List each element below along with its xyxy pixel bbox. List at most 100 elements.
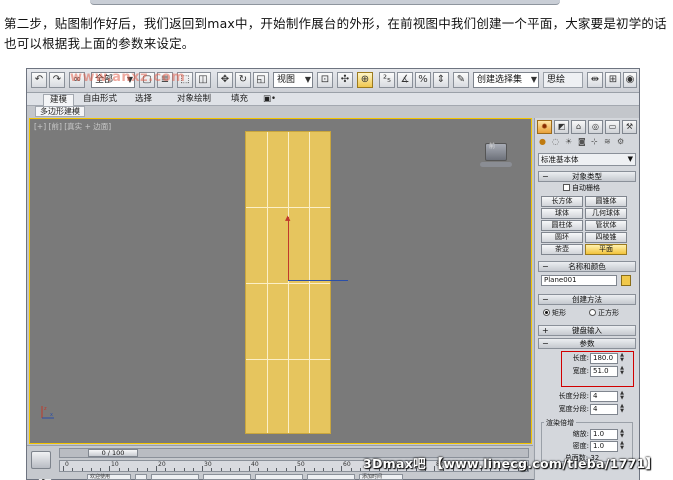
ref-coord-value: 视图 xyxy=(277,75,296,85)
intro-paragraph: 第二步，贴图制作好后，我们返回到max中，开始制作展台的外形，在前视图中我们创建… xyxy=(4,16,667,51)
viewcube-ring[interactable] xyxy=(480,162,512,167)
status-field-5[interactable] xyxy=(255,474,303,480)
tab-modeling[interactable]: 建模 xyxy=(43,94,75,106)
time-slider-knob[interactable]: 0 / 100 xyxy=(88,449,138,457)
tab-populate[interactable]: 填充 xyxy=(231,94,248,105)
plane-object[interactable] xyxy=(245,131,331,434)
box-button[interactable]: 长方体 xyxy=(541,196,583,207)
scale-icon[interactable]: ◱ xyxy=(253,72,269,88)
helpers-icon[interactable]: ⊹ xyxy=(591,137,598,146)
width-spinner-icon[interactable]: ▲ ▼ xyxy=(619,366,625,377)
modify-tab-icon[interactable]: ◩ xyxy=(554,120,569,134)
select-manipulate-icon[interactable]: ✣ xyxy=(337,72,353,88)
material-editor-icon[interactable]: ◉ xyxy=(623,72,637,88)
create-tab-icon[interactable]: ✹ xyxy=(537,120,552,134)
width-segs-input[interactable]: 4 xyxy=(590,404,618,415)
subtab-poly-modeling[interactable]: 多边形建模 xyxy=(35,106,85,117)
keyboard-shortcut-icon[interactable]: ⊕ xyxy=(357,72,373,88)
named-selection-set-dropdown[interactable]: 创建选择集 ▼ xyxy=(473,72,539,88)
rotate-icon[interactable]: ↻ xyxy=(235,72,251,88)
cone-button[interactable]: 圆锥体 xyxy=(585,196,627,207)
snap-2-5-icon[interactable]: ²₅ xyxy=(379,72,395,88)
tab-selection[interactable]: 选择 xyxy=(135,94,152,105)
angle-snap-icon[interactable]: ∡ xyxy=(397,72,413,88)
length-input[interactable]: 180.0 xyxy=(590,353,618,364)
mirror-icon[interactable]: ⇹ xyxy=(587,72,603,88)
redo-icon[interactable]: ↷ xyxy=(49,72,65,88)
length-segs-spinner-icon[interactable]: ▲ ▼ xyxy=(619,391,625,402)
world-axis-tripod-icon: z x xyxy=(41,406,54,419)
rollout-name-color[interactable]: − 名称和颜色 xyxy=(538,261,636,272)
transform-gizmo-x-axis[interactable] xyxy=(288,280,348,281)
motion-tab-icon[interactable]: ◎ xyxy=(588,120,603,134)
track-bar-tick xyxy=(193,468,194,471)
width-segs-spinner-icon[interactable]: ▲ ▼ xyxy=(619,404,625,415)
status-field-6[interactable] xyxy=(307,474,355,480)
status-field-4[interactable] xyxy=(203,474,251,480)
scale-input[interactable]: 1.0 xyxy=(590,429,618,440)
edit-named-sets-icon[interactable]: ✎ xyxy=(453,72,469,88)
status-field-2[interactable] xyxy=(135,474,147,480)
window-crossing-icon[interactable]: ◫ xyxy=(195,72,211,88)
tab-freeform[interactable]: 自由形式 xyxy=(83,94,117,105)
width-label: 宽度: xyxy=(572,367,589,375)
tube-button[interactable]: 管状体 xyxy=(585,220,627,231)
cylinder-button[interactable]: 圆柱体 xyxy=(541,220,583,231)
front-viewport[interactable]: [+] [前] [真实 + 边面] ▲ 前 z x ▶ xyxy=(29,118,532,480)
track-bar-tick xyxy=(360,468,361,471)
length-segs-input[interactable]: 4 xyxy=(590,391,618,402)
rollout-creation-method-title: 创建方法 xyxy=(572,295,602,304)
pyramid-button[interactable]: 四棱锥 xyxy=(585,232,627,243)
rollout-creation-method[interactable]: − 创建方法 xyxy=(538,294,636,305)
geosphere-button[interactable]: 几何球体 xyxy=(585,208,627,219)
rectangle-radio[interactable]: 矩形 xyxy=(543,309,566,318)
rollout-keyboard-entry[interactable]: + 键盘输入 xyxy=(538,325,636,336)
track-bar-tick xyxy=(147,468,148,471)
density-input[interactable]: 1.0 xyxy=(590,441,618,452)
utilities-tab-icon[interactable]: ⚒ xyxy=(622,120,637,134)
grid-line xyxy=(246,359,330,360)
cameras-icon[interactable]: ◙ xyxy=(578,137,586,146)
maxscript-listener-icon[interactable] xyxy=(31,451,51,469)
track-bar-tick xyxy=(184,468,185,471)
rollout-parameters[interactable]: − 参数 xyxy=(538,338,636,349)
rollout-object-type[interactable]: − 对象类型 xyxy=(538,171,636,182)
scale-spinner-icon[interactable]: ▲ ▼ xyxy=(619,429,625,440)
sphere-button[interactable]: 球体 xyxy=(541,208,583,219)
track-bar-tick xyxy=(295,466,296,471)
display-tab-icon[interactable]: ▭ xyxy=(605,120,620,134)
length-spinner-icon[interactable]: ▲ ▼ xyxy=(619,353,625,364)
lights-icon[interactable]: ☀ xyxy=(565,137,572,146)
transform-gizmo-y-axis[interactable] xyxy=(288,217,289,281)
plane-button[interactable]: 平面 xyxy=(585,244,627,255)
chevron-down-icon: ▼ xyxy=(627,155,633,163)
torus-button[interactable]: 圆环 xyxy=(541,232,583,243)
pivot-icon[interactable]: ⊡ xyxy=(317,72,333,88)
hierarchy-tab-icon[interactable]: ⌂ xyxy=(571,120,586,134)
spacewarps-icon[interactable]: ≋ xyxy=(604,137,611,146)
move-icon[interactable]: ✥ xyxy=(217,72,233,88)
align-icon[interactable]: ⊞ xyxy=(605,72,621,88)
autogrid-checkbox[interactable]: 自动栅格 xyxy=(563,184,600,193)
toolbar-label-field: 思绘 xyxy=(543,72,583,88)
viewport-label[interactable]: [+] [前] [真实 + 边面] xyxy=(34,121,111,132)
density-spinner-icon[interactable]: ▲ ▼ xyxy=(619,441,625,452)
width-input[interactable]: 51.0 xyxy=(590,366,618,377)
track-bar-tick-label: 20 xyxy=(158,461,166,468)
ref-coord-dropdown[interactable]: 视图 ▼ xyxy=(273,72,313,88)
geometry-icon[interactable]: ● xyxy=(539,137,546,146)
percent-snap-icon[interactable]: % xyxy=(415,72,431,88)
spinner-snap-icon[interactable]: ⇕ xyxy=(433,72,449,88)
object-name-input[interactable]: Plane001 xyxy=(541,275,617,286)
toolbar-label-value: 思绘 xyxy=(547,75,566,85)
undo-icon[interactable]: ↶ xyxy=(31,72,47,88)
square-radio[interactable]: 正方形 xyxy=(589,309,619,318)
ribbon-options-icon[interactable]: ▣• xyxy=(263,94,276,105)
teapot-button[interactable]: 茶壶 xyxy=(541,244,583,255)
width-segs-label: 宽度分段: xyxy=(558,405,589,413)
object-color-swatch[interactable] xyxy=(621,275,631,286)
primitive-category-dropdown[interactable]: 标准基本体 ▼ xyxy=(538,153,636,166)
tab-object-paint[interactable]: 对象绘制 xyxy=(177,94,211,105)
systems-icon[interactable]: ⚙ xyxy=(617,137,624,146)
shapes-icon[interactable]: ◌ xyxy=(552,137,559,146)
